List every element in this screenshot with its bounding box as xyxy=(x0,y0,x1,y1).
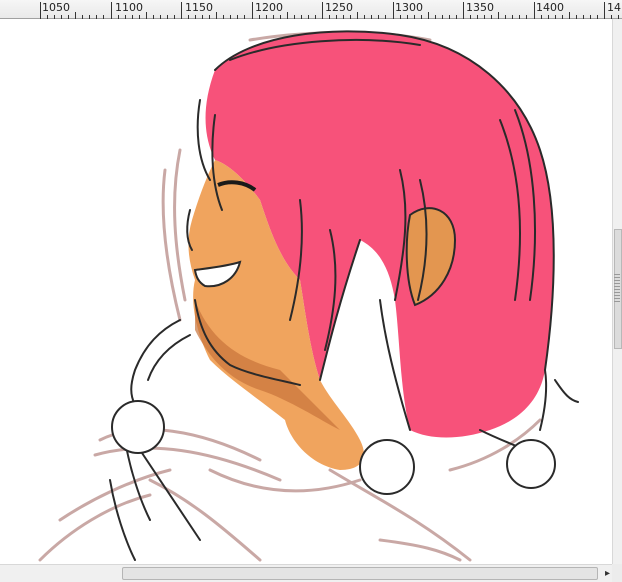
ruler-ticks xyxy=(40,2,619,19)
horizontal-scroll-thumb[interactable] xyxy=(122,567,598,580)
horizontal-scrollbar[interactable]: ▸ xyxy=(0,564,612,582)
vertical-scrollbar[interactable] xyxy=(612,19,622,564)
circle-middle xyxy=(359,439,415,495)
circle-left xyxy=(111,400,165,454)
drawing-canvas[interactable] xyxy=(0,19,612,564)
scrollbar-corner xyxy=(612,564,622,582)
circle-right xyxy=(506,439,556,489)
artwork xyxy=(38,30,579,562)
grip-lines-icon xyxy=(614,274,620,304)
horizontal-ruler: 1050 1100 1150 1200 1250 1300 1350 1400 … xyxy=(0,0,622,19)
triangle-right-icon[interactable]: ▸ xyxy=(605,568,610,580)
